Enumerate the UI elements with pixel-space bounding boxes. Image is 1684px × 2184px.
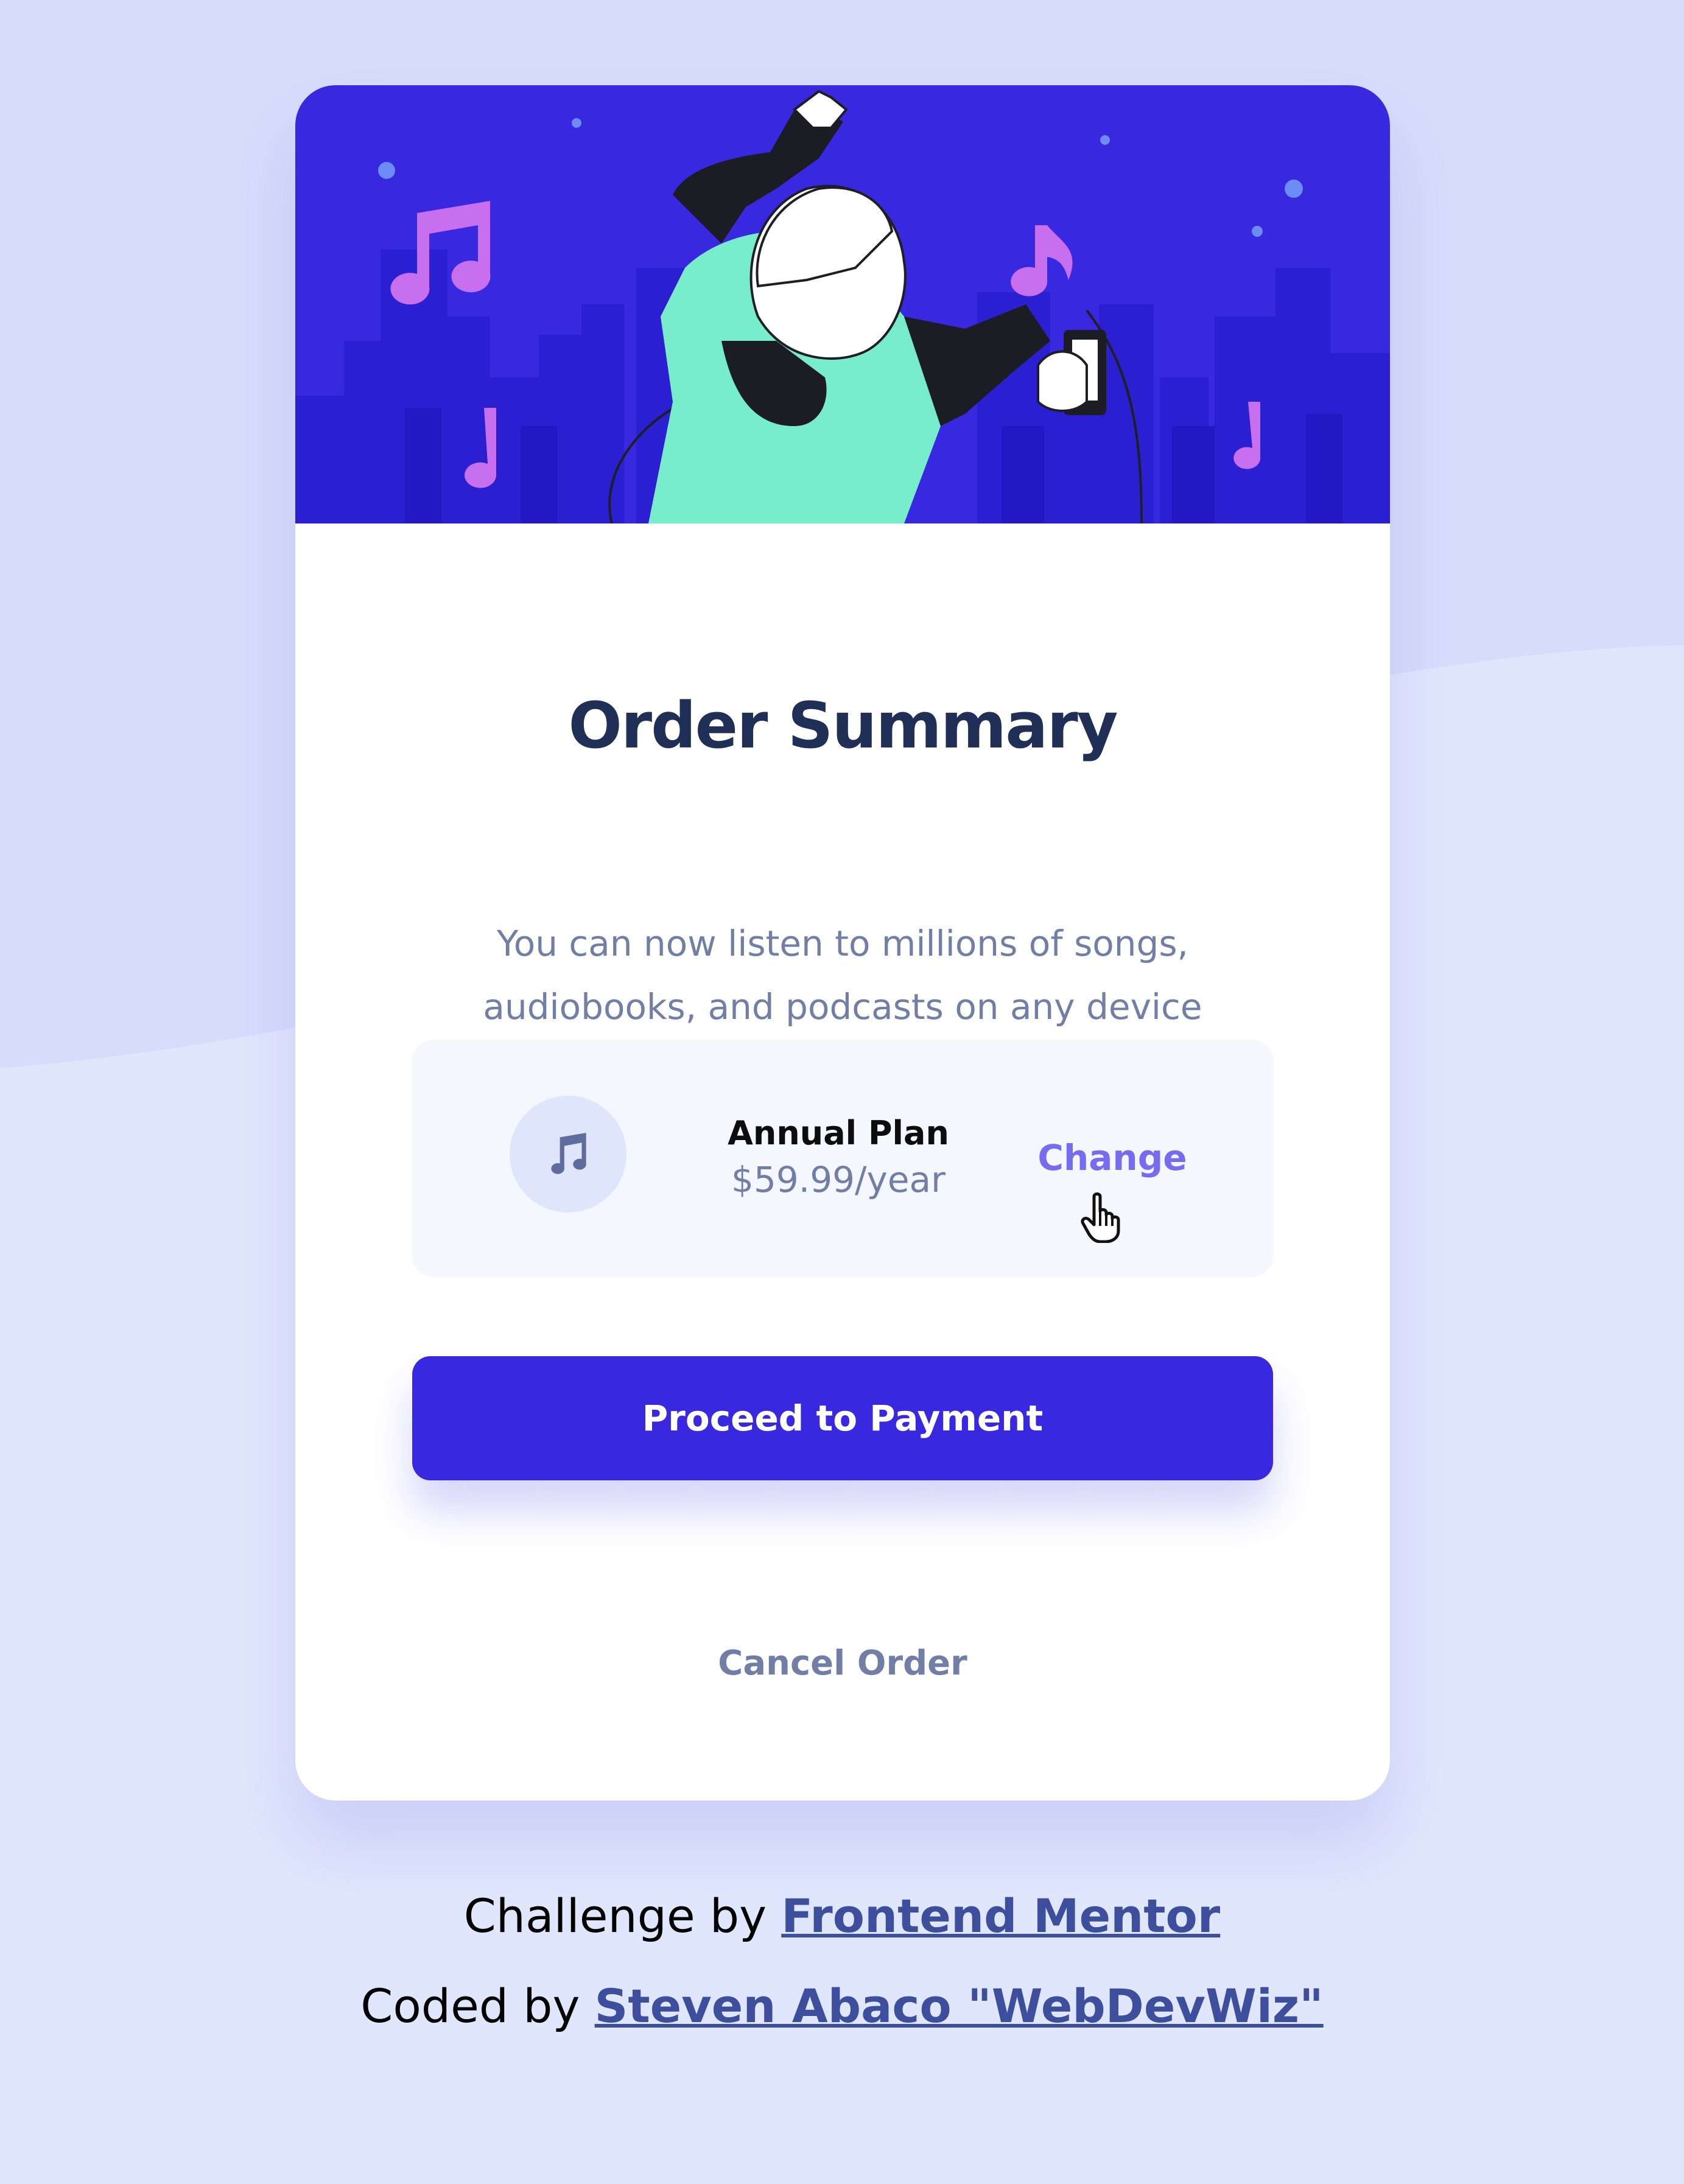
plan-price: $59.99/year: [731, 1159, 945, 1200]
author-attribution: Coded by Steven Abaco "WebDevWiz": [0, 1978, 1684, 2034]
plan-icon-circle: [510, 1096, 626, 1213]
hand-pointer-cursor-icon: [1081, 1192, 1120, 1243]
hero-illustration: [295, 85, 1390, 523]
challenge-attribution: Challenge by Frontend Mentor: [0, 1888, 1684, 1944]
proceed-to-payment-button[interactable]: Proceed to Payment: [412, 1356, 1273, 1480]
plan-name: Annual Plan: [728, 1114, 949, 1152]
order-summary-card: Order Summary You can now listen to mill…: [295, 85, 1390, 1801]
cancel-order-link[interactable]: Cancel Order: [295, 1643, 1390, 1683]
challenge-prefix: Challenge by: [463, 1889, 767, 1943]
change-plan-link[interactable]: Change: [1009, 1137, 1216, 1180]
author-link[interactable]: Steven Abaco "WebDevWiz": [595, 1979, 1324, 2033]
coded-prefix: Coded by: [360, 1979, 580, 2033]
frontend-mentor-link[interactable]: Frontend Mentor: [781, 1889, 1220, 1943]
page-title: Order Summary: [568, 688, 1118, 763]
music-note-icon: [551, 1133, 586, 1174]
plan-summary: Annual Plan $59.99/year Change: [412, 1040, 1273, 1277]
